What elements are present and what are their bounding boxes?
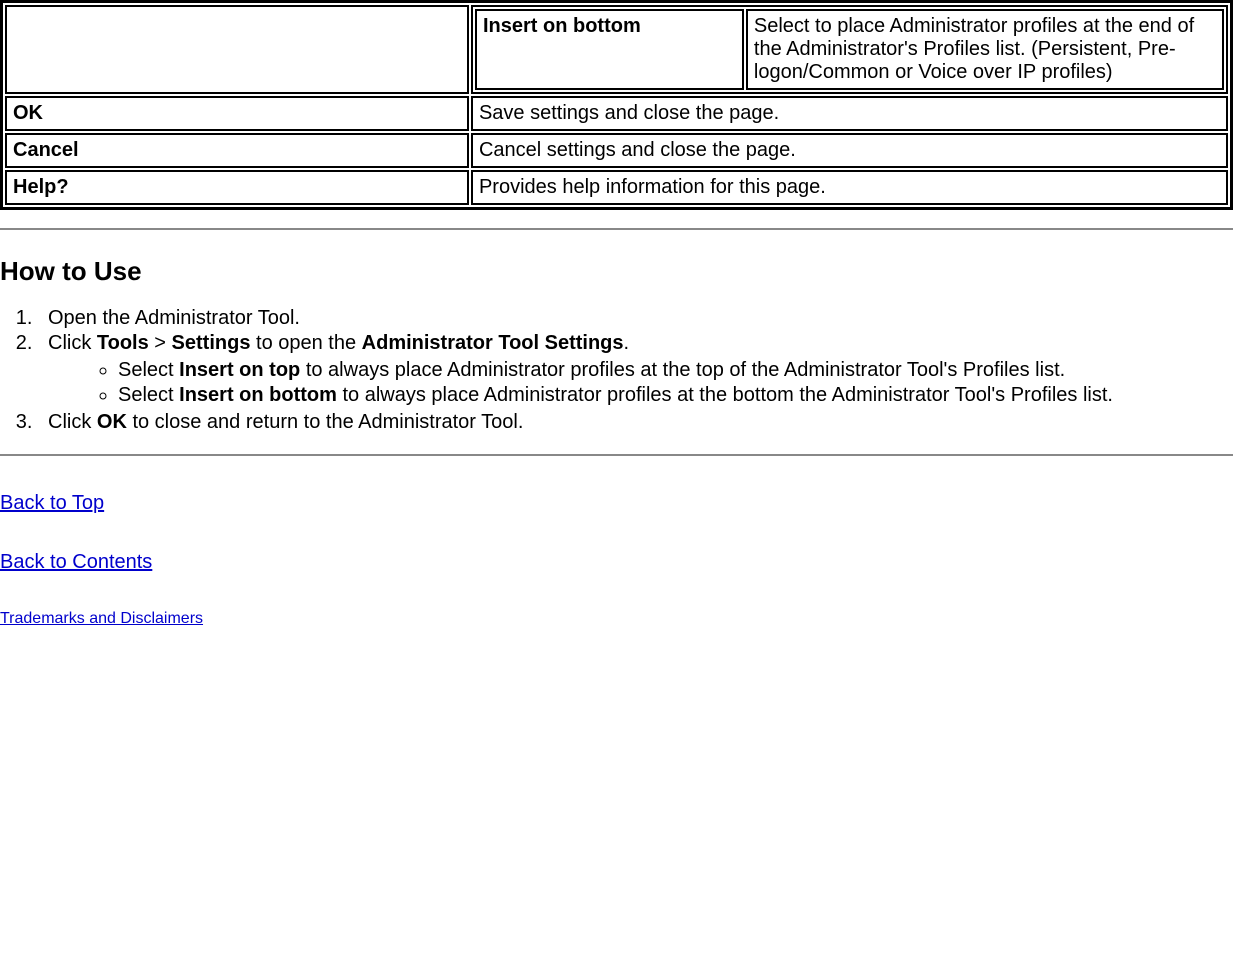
- settings-table: Insert on bottom Select to place Adminis…: [0, 0, 1233, 210]
- table-row: Insert on bottom Select to place Adminis…: [5, 5, 1228, 94]
- step2-settings: Settings: [172, 332, 251, 354]
- insert-on-bottom-label: Insert on bottom: [483, 15, 641, 37]
- step1-text: Open the Administrator Tool.: [48, 307, 300, 329]
- list-item: Click OK to close and return to the Admi…: [38, 411, 1233, 434]
- cancel-label: Cancel: [13, 139, 79, 161]
- sub-b-bold: Insert on bottom: [179, 384, 337, 406]
- step3-prefix: Click: [48, 411, 97, 433]
- sub-a-rest: to always place Administrator profiles a…: [300, 359, 1065, 381]
- step3-bold: OK: [97, 411, 127, 433]
- sub-a-bold: Insert on top: [179, 359, 300, 381]
- list-item: Open the Administrator Tool.: [38, 307, 1233, 330]
- table-row: Cancel Cancel settings and close the pag…: [5, 133, 1228, 168]
- sub-b-prefix: Select: [118, 384, 179, 406]
- divider: [0, 228, 1233, 230]
- insert-on-bottom-desc: Select to place Administrator profiles a…: [754, 15, 1194, 83]
- sub-a-prefix: Select: [118, 359, 179, 381]
- help-label: Help?: [13, 176, 69, 198]
- list-item: Click Tools > Settings to open the Admin…: [38, 332, 1233, 407]
- page-container: Insert on bottom Select to place Adminis…: [0, 0, 1233, 634]
- divider: [0, 454, 1233, 456]
- step2-tools: Tools: [97, 332, 149, 354]
- step2-mid: to open the: [250, 332, 361, 354]
- step2-end: .: [624, 332, 630, 354]
- sub-b-rest: to always place Administrator profiles a…: [337, 384, 1113, 406]
- step2-prefix: Click: [48, 332, 97, 354]
- list-item: Select Insert on bottom to always place …: [118, 384, 1233, 407]
- cell-nested: Insert on bottom Select to place Adminis…: [471, 5, 1228, 94]
- list-item: Select Insert on top to always place Adm…: [118, 359, 1233, 382]
- cancel-desc: Cancel settings and close the page.: [479, 139, 796, 161]
- help-desc: Provides help information for this page.: [479, 176, 826, 198]
- back-to-top-link[interactable]: Back to Top: [0, 492, 104, 515]
- substeps-list: Select Insert on top to always place Adm…: [118, 359, 1233, 407]
- ok-desc: Save settings and close the page.: [479, 102, 779, 124]
- step2-gt: >: [149, 332, 172, 354]
- step2-target: Administrator Tool Settings: [362, 332, 624, 354]
- cell-empty: [5, 5, 469, 94]
- how-to-use-heading: How to Use: [0, 256, 1233, 287]
- trademarks-link[interactable]: Trademarks and Disclaimers: [0, 610, 203, 628]
- table-row: Help? Provides help information for this…: [5, 170, 1228, 205]
- table-row: OK Save settings and close the page.: [5, 96, 1228, 131]
- step3-rest: to close and return to the Administrator…: [127, 411, 524, 433]
- ok-label: OK: [13, 102, 43, 124]
- back-to-contents-link[interactable]: Back to Contents: [0, 551, 152, 574]
- steps-list: Open the Administrator Tool. Click Tools…: [38, 307, 1233, 434]
